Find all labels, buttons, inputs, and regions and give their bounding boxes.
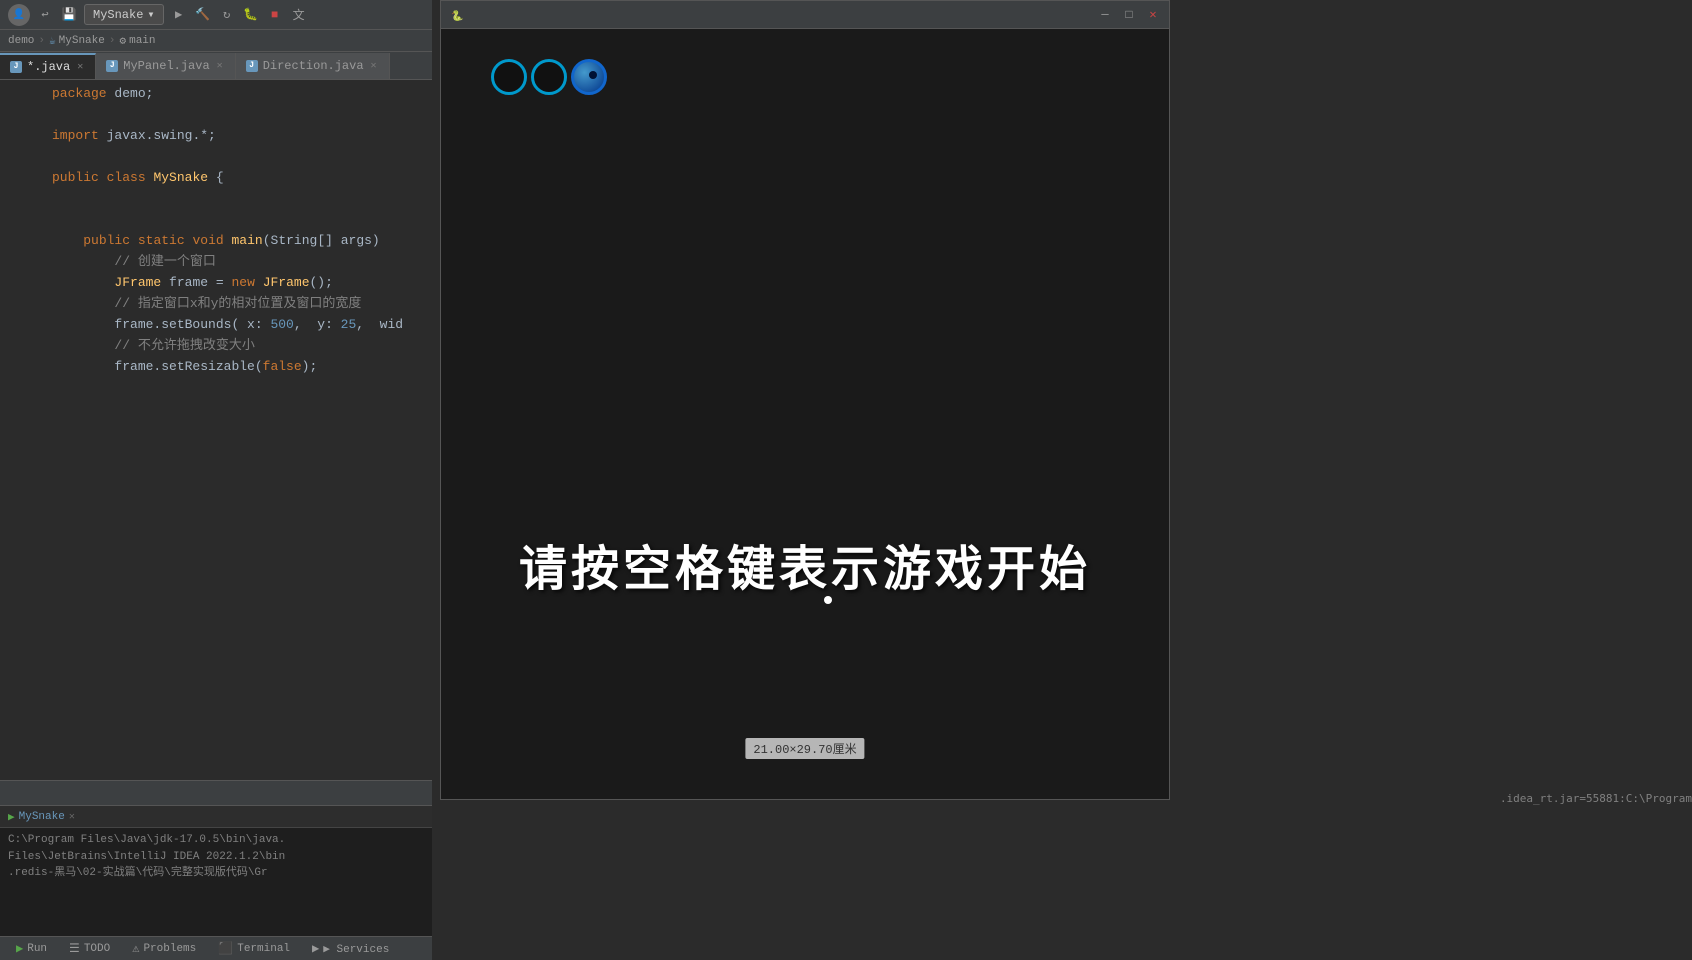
breadcrumb-main-icon: ⚙ <box>119 34 126 48</box>
build-icon[interactable]: 🔨 <box>194 6 212 24</box>
tab-mysnake-close[interactable]: ✕ <box>75 60 85 74</box>
sync-icon[interactable]: ↻ <box>218 6 236 24</box>
minimize-button[interactable]: ─ <box>1097 7 1113 23</box>
avatar-icon[interactable]: 👤 <box>8 4 30 26</box>
code-line-14: frame.setResizable(false); <box>0 357 432 378</box>
toolbar: 👤 ↩ 💾 MySnake ▾ ▶ 🔨 ↻ 🐛 ■ 文 <box>0 0 432 30</box>
window-controls: ─ □ ✕ <box>1097 7 1161 23</box>
snake-body-display <box>491 59 607 95</box>
code-line-9: // 创建一个窗口 <box>0 252 432 273</box>
console-panel: ▶ MySnake ✕ C:\Program Files\Java\jdk-17… <box>0 806 432 936</box>
run-button[interactable]: ▶ Run <box>8 939 55 959</box>
project-selector[interactable]: MySnake ▾ <box>84 4 164 25</box>
code-line-11: // 指定窗口x和y的相对位置及窗口的宽度 <box>0 294 432 315</box>
breadcrumb: demo › ☕ MySnake › ⚙ main <box>0 30 432 52</box>
problems-icon: ⚠ <box>132 941 139 956</box>
tab-mypanel-close[interactable]: ✕ <box>215 59 225 73</box>
run-icon: ▶ <box>16 941 23 956</box>
console-line-3: .redis-黑马\02-实战篇\代码\完整实现版代码\Gr <box>8 865 424 882</box>
run-config-icon[interactable]: ▶ <box>170 6 188 24</box>
run-label: Run <box>27 943 47 955</box>
code-line-10: JFrame frame = new JFrame(); <box>0 273 432 294</box>
console-line-1: C:\Program Files\Java\jdk-17.0.5\bin\jav… <box>8 832 424 849</box>
code-line-2 <box>0 105 432 126</box>
stop-icon[interactable]: ■ <box>266 6 284 24</box>
code-line-13: // 不允许拖拽改变大小 <box>0 336 432 357</box>
tab-direction-java[interactable]: J Direction.java ✕ <box>236 53 390 79</box>
services-label: ▶ Services <box>323 942 389 956</box>
code-editor[interactable]: package demo; import javax.swing.*; publ… <box>0 80 432 780</box>
console-tab-mysnake[interactable]: ▶ MySnake ✕ <box>8 810 75 824</box>
code-line-4 <box>0 147 432 168</box>
status-bar: ▶ Run ☰ TODO ⚠ Problems ⬛ Terminal ▶ ▶ S… <box>0 936 432 960</box>
file-tabs: J *.java ✕ J MyPanel.java ✕ J Direction.… <box>0 52 432 80</box>
services-icon: ▶ <box>312 941 319 956</box>
tab-direction-close[interactable]: ✕ <box>369 59 379 73</box>
code-line-12: frame.setBounds( x: 500, y: 25, wid <box>0 315 432 336</box>
snake-head <box>571 59 607 95</box>
breadcrumb-mysnake-label: MySnake <box>59 35 105 47</box>
snake-start-text: 请按空格键表示游戏开始 <box>519 529 1091 599</box>
undo-icon[interactable]: ↩ <box>36 6 54 24</box>
breadcrumb-demo-label: demo <box>8 35 34 47</box>
console-right-overflow: .idea_rt.jar=55881:C:\Program <box>1500 792 1692 805</box>
code-line-7 <box>0 210 432 231</box>
breadcrumb-sep-1: › <box>38 35 45 47</box>
code-line-1: package demo; <box>0 84 432 105</box>
snake-game-area[interactable]: 请按空格键表示游戏开始 21.00×29.70厘米 <box>441 29 1169 799</box>
problems-button[interactable]: ⚠ Problems <box>124 939 204 959</box>
code-line-6 <box>0 189 432 210</box>
close-button[interactable]: ✕ <box>1145 7 1161 23</box>
console-tab-label-text: MySnake <box>19 811 65 823</box>
todo-label: TODO <box>84 943 110 955</box>
tab-direction-label: Direction.java <box>263 59 364 73</box>
svg-text:🐍: 🐍 <box>451 9 463 23</box>
tab-mypanel-label: MyPanel.java <box>123 59 209 73</box>
code-line-3: import javax.swing.*; <box>0 126 432 147</box>
breadcrumb-mysnake[interactable]: ☕ MySnake <box>49 34 105 48</box>
run-status-icon: ▶ <box>8 810 15 824</box>
dropdown-arrow: ▾ <box>147 7 154 22</box>
maximize-button[interactable]: □ <box>1121 7 1137 23</box>
problems-label: Problems <box>143 943 196 955</box>
breadcrumb-demo[interactable]: demo <box>8 35 34 47</box>
debug-icon[interactable]: 🐛 <box>242 6 260 24</box>
size-indicator: 21.00×29.70厘米 <box>745 738 864 759</box>
save-icon[interactable]: 💾 <box>60 6 78 24</box>
project-name: MySnake <box>93 8 143 22</box>
breadcrumb-sep-2: › <box>109 35 116 47</box>
snake-circle-1 <box>491 59 527 95</box>
console-content: C:\Program Files\Java\jdk-17.0.5\bin\jav… <box>0 828 432 936</box>
terminal-label: Terminal <box>237 943 290 955</box>
snake-title-bar: 🐍 ─ □ ✕ <box>441 1 1169 29</box>
snake-window-icon: 🐍 <box>449 7 465 23</box>
tab-mypanel-java[interactable]: J MyPanel.java ✕ <box>96 53 235 79</box>
terminal-button[interactable]: ⬛ Terminal <box>210 939 298 959</box>
snake-game-window: 🐍 ─ □ ✕ 请按空格键表示游戏开始 21.00×29.70厘米 <box>440 0 1170 800</box>
right-panel <box>1172 0 1692 800</box>
breadcrumb-main-label: main <box>129 35 155 47</box>
console-line-2: Files\JetBrains\IntelliJ IDEA 2022.1.2\b… <box>8 849 424 866</box>
code-line-5: public class MySnake { <box>0 168 432 189</box>
mysnake-icon: ☕ <box>49 34 56 48</box>
snake-eye <box>589 71 597 79</box>
console-tabs <box>0 780 432 806</box>
snake-circle-2 <box>531 59 567 95</box>
java-icon-direction: J <box>246 60 258 72</box>
java-icon-mypanel: J <box>106 60 118 72</box>
tab-mysnake-java[interactable]: J *.java ✕ <box>0 53 96 79</box>
services-button[interactable]: ▶ ▶ Services <box>304 939 397 959</box>
console-header: ▶ MySnake ✕ <box>0 806 432 828</box>
todo-icon: ☰ <box>69 941 80 956</box>
ide-panel: 👤 ↩ 💾 MySnake ▾ ▶ 🔨 ↻ 🐛 ■ 文 demo › ☕ MyS… <box>0 0 432 960</box>
console-tab-close[interactable]: ✕ <box>69 811 75 823</box>
breadcrumb-main[interactable]: ⚙ main <box>119 34 155 48</box>
code-line-8: public static void main(String[] args) <box>0 231 432 252</box>
translate-icon[interactable]: 文 <box>290 6 308 24</box>
java-icon-mysnake: J <box>10 61 22 73</box>
terminal-icon: ⬛ <box>218 941 233 956</box>
tab-mysnake-label: *.java <box>27 60 70 74</box>
todo-button[interactable]: ☰ TODO <box>61 939 118 959</box>
